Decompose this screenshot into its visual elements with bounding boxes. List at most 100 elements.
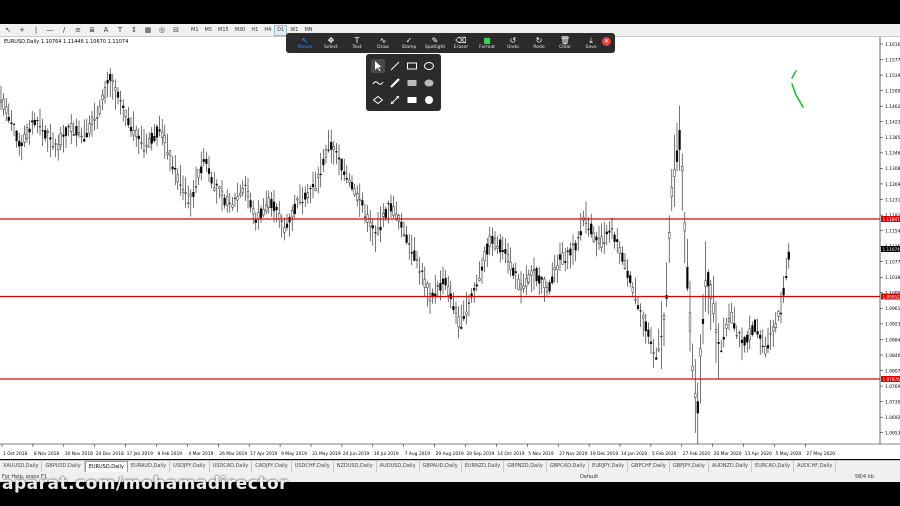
chart-tab[interactable]: AUDCHF,Daily	[794, 461, 837, 472]
candle-body	[296, 198, 299, 201]
chart-tab[interactable]: EURAUD,Daily	[128, 461, 171, 472]
ellipse-highlight-icon[interactable]	[422, 76, 436, 90]
crosshair-icon[interactable]: +	[16, 25, 28, 36]
candle-body	[285, 223, 289, 228]
timeframe-h4[interactable]: H4	[261, 25, 274, 36]
ellipse-filled-icon[interactable]	[422, 93, 436, 107]
price-chart[interactable]: 1.16160 1.15775 1.15390 1.15005 1.14620 1.142…	[0, 37, 900, 459]
candle-body	[291, 210, 294, 218]
candle-body	[70, 123, 73, 132]
horizontal-line-icon[interactable]: —	[44, 25, 56, 36]
chart-tab[interactable]: GBPNZD,Daily	[504, 461, 547, 472]
chart-tab[interactable]: USDCHF,Daily	[292, 461, 334, 472]
candle-body	[301, 202, 304, 204]
chart-tab[interactable]: EURUSD,Daily	[84, 461, 128, 472]
trendline-icon[interactable]: /	[58, 25, 70, 36]
chart-tab[interactable]: AUDUSD,Daily	[377, 461, 420, 472]
chart-tab[interactable]: EURNZD,Daily	[462, 461, 505, 472]
redo-tool-button[interactable]: ↻ Redo	[526, 34, 552, 52]
candle-body	[111, 79, 114, 83]
text-tool-button[interactable]: T Text	[344, 34, 370, 52]
timeframe-m1[interactable]: M1	[188, 25, 202, 36]
time-tick-label: 20 Sep 2019	[467, 451, 495, 457]
zoom-icon[interactable]: ◎	[156, 25, 168, 36]
time-tick-label: 1 Oct 2018	[3, 451, 28, 457]
timeframe-m30[interactable]: M30	[232, 25, 249, 36]
trash-icon: 🗑	[559, 35, 571, 45]
candle-body	[371, 225, 374, 229]
fibonacci-icon[interactable]: ≣	[86, 25, 98, 36]
time-tick-label: 5 Nov 2019	[528, 451, 554, 457]
candle-body	[782, 287, 785, 296]
timeframe-h1[interactable]: H1	[248, 25, 261, 36]
candle-body	[649, 341, 653, 344]
period-icon[interactable]: ⊟	[170, 25, 182, 36]
close-annotation-button[interactable]: ✕	[602, 37, 611, 46]
rectangle-filled-icon[interactable]	[405, 93, 419, 107]
arrow-tool-icon[interactable]: ↕	[128, 25, 140, 36]
chart-tab[interactable]: GBPCHF,Daily	[628, 461, 670, 472]
spotlight-tool-button[interactable]: ✎ Spotlight	[422, 34, 448, 52]
candle-body	[556, 265, 559, 271]
timeframe-m5[interactable]: M5	[202, 25, 216, 36]
rectangle-outline-icon[interactable]	[405, 59, 419, 73]
candle-body	[454, 307, 458, 314]
tool-label: Clear	[559, 44, 571, 50]
candle-body	[114, 87, 117, 91]
timeframe-m15[interactable]: M15	[215, 25, 232, 36]
chart-tab[interactable]: USDJPY,Daily	[170, 461, 210, 472]
candle-body	[127, 118, 130, 126]
status-connection: 58/4 kb	[855, 474, 874, 480]
chart-tab[interactable]: USDCAD,Daily	[210, 461, 253, 472]
candle-body	[657, 348, 660, 351]
candle-body	[288, 217, 291, 223]
rectangle-highlight-icon[interactable]	[405, 76, 419, 90]
cursor-icon[interactable]: ↖	[2, 25, 14, 36]
chart-tab[interactable]: EURJPY,Daily	[589, 461, 629, 472]
chart-tab[interactable]: GBPUSD,Daily	[42, 461, 85, 472]
grid-icon[interactable]: ▦	[142, 25, 154, 36]
undo-tool-button[interactable]: ↺ Undo	[500, 34, 526, 52]
label-icon[interactable]: T	[114, 25, 126, 36]
candle-body	[408, 243, 411, 245]
chart-tab[interactable]: CADJPY,Daily	[252, 461, 292, 472]
channel-icon[interactable]: ≡	[72, 25, 84, 36]
candle-body	[608, 230, 611, 233]
candle-body	[577, 237, 580, 239]
eraser-tool-button[interactable]: ⌫ Eraser	[448, 34, 474, 52]
squiggle-icon[interactable]	[371, 76, 385, 90]
chart-tab[interactable]: GBPJPY,Daily	[670, 461, 709, 472]
chart-tab[interactable]: GBPCAD,Daily	[547, 461, 590, 472]
chart-tab[interactable]: EURCAD,Daily	[752, 461, 795, 472]
mouse-tool-button[interactable]: ↖ Mouse	[292, 34, 318, 52]
select-icon[interactable]	[371, 59, 385, 73]
candle-body	[184, 192, 187, 194]
chart-tab[interactable]: AUDNZD,Daily	[709, 461, 753, 472]
stamp-tool-button[interactable]: ✓ Stamp	[396, 34, 422, 52]
draw-tool-button[interactable]: ∿ Draw	[370, 34, 396, 52]
pen-icon[interactable]	[388, 76, 402, 90]
candle-body	[374, 232, 377, 234]
chart-tab[interactable]: XAUUSD,Daily	[0, 461, 43, 472]
vertical-line-icon[interactable]: |	[30, 25, 42, 36]
time-tick-label: 31 May 2019	[312, 451, 341, 457]
time-tick-label: 17 Apr 2019	[250, 451, 277, 457]
symbol-label: EURUSD,Daily 1.10764 1.11446 1.10670 1.1…	[4, 39, 129, 45]
candle-body	[202, 159, 205, 162]
chart-tab[interactable]: GBPAUD,Daily	[420, 461, 462, 472]
text-tool-icon[interactable]: A	[100, 25, 112, 36]
line-icon[interactable]	[388, 59, 402, 73]
double-arrow-icon[interactable]	[388, 93, 402, 107]
chart-canvas[interactable]: 1.16160 1.15775 1.15390 1.15005 1.14620 1.142…	[0, 37, 900, 459]
time-tick-label: 17 Jan 2019	[127, 451, 154, 457]
format-tool-button[interactable]: ■ Format	[474, 34, 500, 52]
candle-body	[187, 202, 190, 204]
save-tool-button[interactable]: ⤓ Save	[578, 34, 604, 52]
select-tool-button[interactable]: ✥ Select	[318, 34, 344, 52]
diamond-icon[interactable]	[371, 93, 385, 107]
candle-body	[662, 315, 666, 320]
clear-tool-button[interactable]: 🗑 Clear	[552, 34, 578, 52]
candle-body	[319, 173, 322, 176]
chart-tab[interactable]: NZDUSD,Daily	[334, 461, 377, 472]
ellipse-outline-icon[interactable]	[422, 59, 436, 73]
